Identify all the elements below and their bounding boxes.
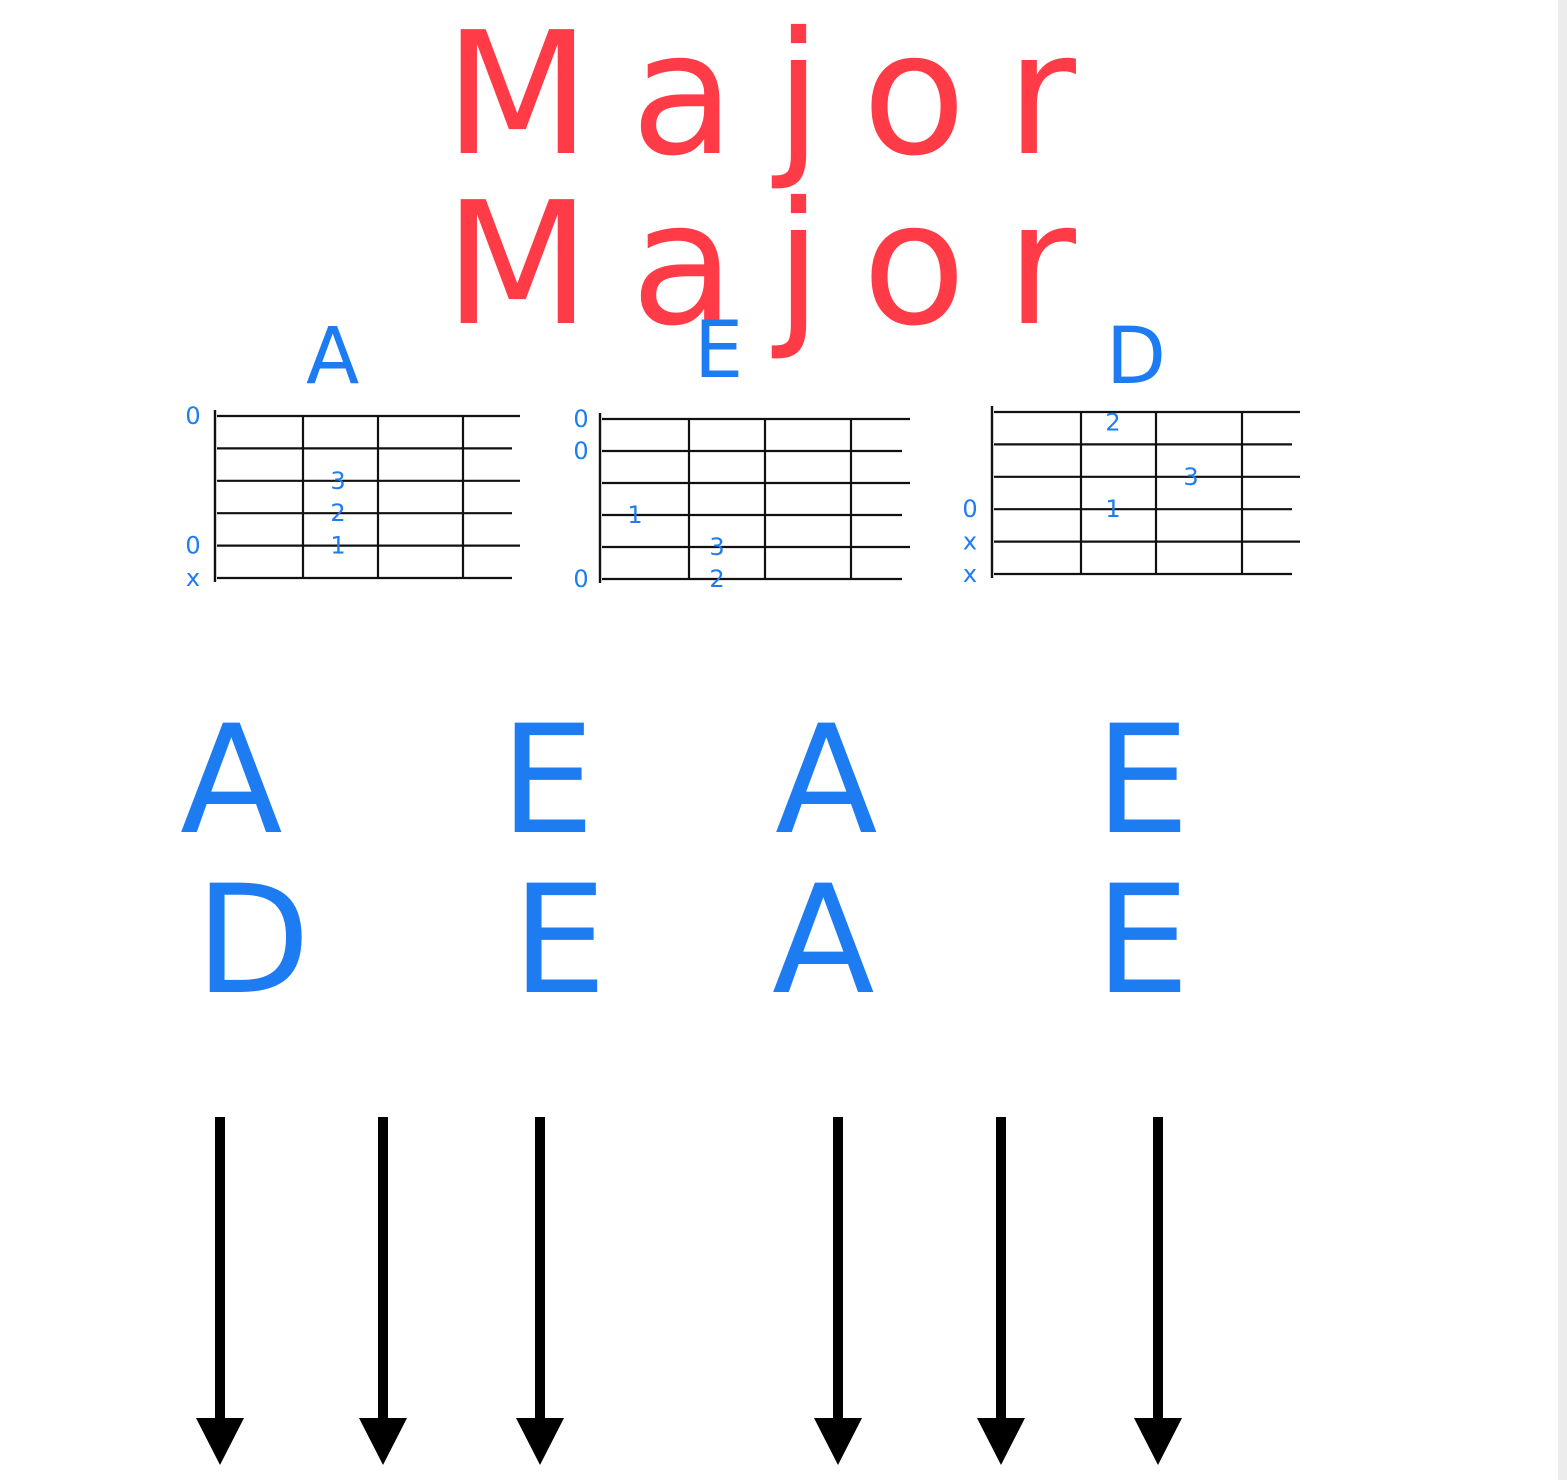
finger-number: 1 — [627, 501, 642, 529]
strum-arrow-head — [977, 1418, 1025, 1465]
finger-number: 1 — [330, 532, 345, 560]
strum-arrow-down — [516, 1117, 564, 1465]
string-mark-open: 0 — [962, 495, 977, 523]
strum-arrow-head — [516, 1418, 564, 1465]
strum-arrow-down — [359, 1117, 407, 1465]
strum-arrow-head — [1134, 1418, 1182, 1465]
string-mark-open: 0 — [185, 532, 200, 560]
string-mark-muted: x — [963, 560, 977, 588]
finger-number: 3 — [709, 533, 724, 561]
string-mark-open: 0 — [573, 565, 588, 593]
finger-number: 3 — [330, 467, 345, 495]
chord-diagram-D: 0 xx 2 3 1 — [962, 406, 1300, 588]
string-mark-open: 0 — [573, 437, 588, 465]
strum-arrow-head — [196, 1418, 244, 1465]
finger-number: 2 — [709, 565, 724, 593]
string-mark-open: 0 — [185, 402, 200, 430]
strum-arrow-head — [814, 1418, 862, 1465]
chord-diagram-A: 0 0 x 3 2 1 — [185, 402, 520, 592]
string-mark-open: 0 — [573, 405, 588, 433]
finger-number: 1 — [1105, 495, 1120, 523]
finger-number: 2 — [330, 499, 345, 527]
strum-arrow-down — [196, 1117, 244, 1465]
strum-arrow-down — [1134, 1117, 1182, 1465]
chord-diagram-E: 0 0 0 1 3 2 — [573, 405, 910, 593]
string-mark-muted: x — [186, 564, 200, 592]
strum-arrow-down — [814, 1117, 862, 1465]
finger-number: 2 — [1105, 408, 1120, 436]
finger-number: 3 — [1183, 463, 1198, 491]
string-mark-muted: x — [963, 528, 977, 556]
strum-arrow-down — [977, 1117, 1025, 1465]
diagram-canvas: 00x3210001320xx231 — [185, 402, 1300, 1465]
strum-arrow-head — [359, 1418, 407, 1465]
